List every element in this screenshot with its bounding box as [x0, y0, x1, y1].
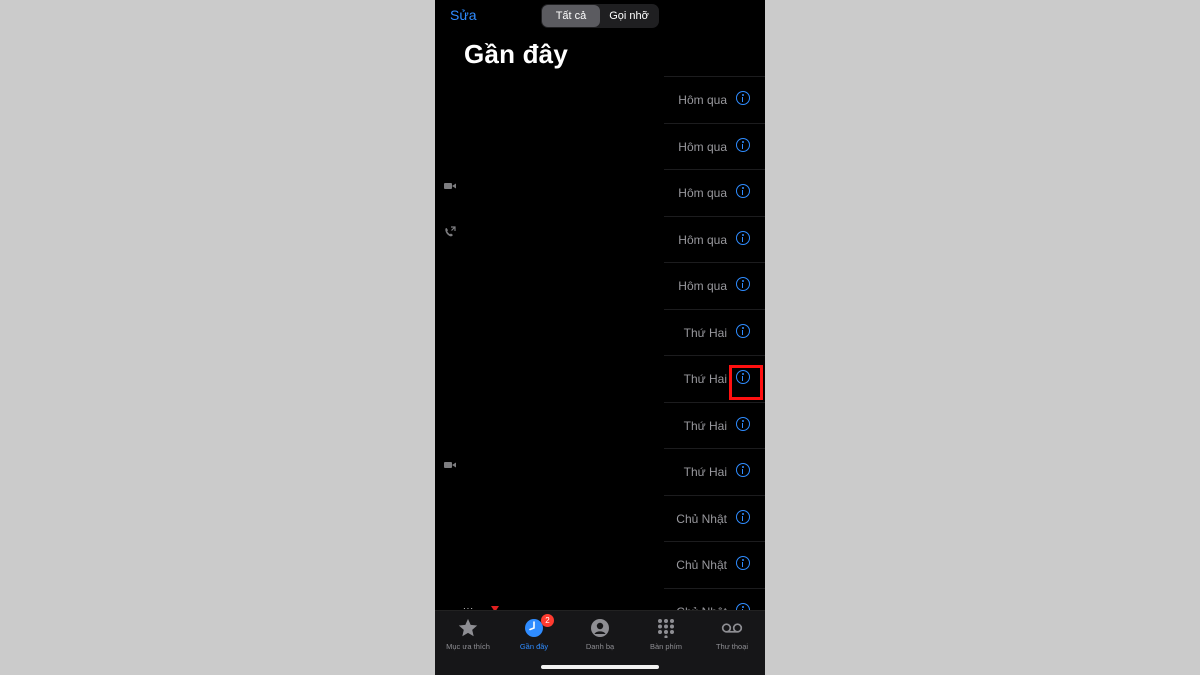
call-date: Thứ Hai: [683, 418, 727, 433]
voicemail-icon: [721, 623, 743, 633]
home-indicator: [541, 665, 659, 669]
tab-label: Gần đây: [519, 642, 549, 651]
phone-screen: Sửa Tất cả Gọi nhỡ Gần đây Hôm qua Hôm q…: [435, 0, 765, 675]
page-title: Gần đây: [464, 39, 568, 69]
recent-call-row[interactable]: Thứ Hai: [664, 308, 765, 356]
call-date: Hôm qua: [678, 139, 727, 154]
missed-calls-badge: 2: [541, 614, 554, 627]
video-call-icon: [444, 183, 456, 189]
recent-call-row[interactable]: Chủ Nhật: [664, 494, 765, 542]
info-icon[interactable]: [736, 416, 750, 431]
recent-call-row[interactable]: Thứ Hai: [664, 401, 765, 449]
tab-label: Bàn phím: [649, 642, 683, 651]
tab-label: Thư thoại: [715, 642, 749, 651]
call-date: Hôm qua: [678, 186, 727, 200]
info-icon[interactable]: [736, 509, 750, 524]
edit-button[interactable]: Sửa: [450, 7, 477, 23]
star-icon: [458, 618, 478, 637]
recent-call-row[interactable]: Hôm qua: [664, 262, 765, 309]
call-date: Hôm qua: [678, 93, 727, 107]
segment-all[interactable]: Tất cả: [542, 5, 600, 27]
recent-call-row[interactable]: Hôm qua: [664, 76, 765, 123]
call-date: Chủ Nhật: [676, 558, 727, 572]
tab-favorites[interactable]: Mục ưa thích: [435, 611, 501, 675]
call-date: Thứ Hai: [683, 465, 727, 479]
info-icon[interactable]: [736, 137, 750, 152]
recent-call-row[interactable]: Hôm qua: [664, 122, 765, 170]
segment-missed[interactable]: Gọi nhỡ: [600, 5, 658, 27]
person-icon: [591, 619, 609, 637]
video-call-icon: [444, 462, 456, 468]
recent-call-row[interactable]: Chủ Nhật: [664, 541, 765, 588]
info-icon[interactable]: [736, 230, 750, 245]
info-icon[interactable]: [736, 277, 750, 291]
info-icon[interactable]: [736, 184, 750, 198]
call-date: Thứ Hai: [683, 372, 727, 386]
info-icon[interactable]: [736, 91, 750, 105]
keypad-icon: [658, 619, 674, 638]
call-date: Hôm qua: [678, 279, 727, 293]
recent-call-row[interactable]: Thứ Hai: [664, 448, 765, 495]
info-icon[interactable]: [736, 463, 750, 477]
recent-call-row[interactable]: Hôm qua: [664, 169, 765, 216]
tab-voicemail[interactable]: Thư thoại: [699, 611, 765, 675]
tab-label: Mục ưa thích: [446, 642, 490, 651]
call-date: Thứ Hai: [683, 325, 727, 340]
recent-call-row[interactable]: Hôm qua: [664, 215, 765, 263]
call-date: Hôm qua: [678, 232, 727, 247]
tab-label: Danh bạ: [585, 642, 615, 651]
recent-call-row[interactable]: Thứ Hai: [664, 355, 765, 402]
info-icon[interactable]: [736, 556, 750, 570]
info-icon[interactable]: [736, 323, 750, 338]
recents-filter-segmented-control: Tất cả Gọi nhỡ: [541, 4, 659, 28]
recents-list: Hôm qua Hôm qua Hôm qua Hôm qua Hôm qua …: [664, 76, 765, 634]
call-date: Chủ Nhật: [676, 511, 727, 526]
info-icon[interactable]: [736, 370, 750, 384]
outgoing-call-icon: [445, 226, 456, 237]
